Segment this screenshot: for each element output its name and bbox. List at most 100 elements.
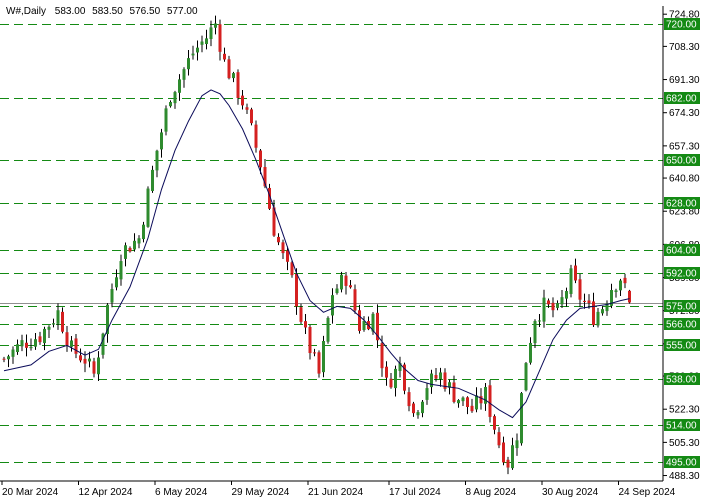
- candle-body: [574, 265, 577, 281]
- time-tick-label: 20 Mar 2024: [2, 487, 59, 498]
- candle-body: [241, 95, 244, 106]
- candle-body: [331, 295, 334, 316]
- candle-body: [511, 445, 514, 469]
- candle-body: [151, 169, 154, 191]
- candle-body: [142, 224, 145, 240]
- candle-body: [110, 289, 114, 303]
- candle-body: [232, 73, 235, 79]
- candle-body: [614, 290, 618, 293]
- level-label-text: 720.00: [666, 20, 697, 31]
- candle-body: [569, 268, 573, 294]
- candlestick-chart: 724.80708.30691.30674.30657.30640.80623.…: [0, 0, 703, 502]
- candle-body: [146, 188, 150, 227]
- candle-body: [340, 274, 343, 290]
- candle-body: [506, 459, 510, 468]
- candle-body: [317, 352, 321, 374]
- candle-body: [592, 301, 595, 326]
- candle-body: [16, 344, 19, 353]
- candle-body: [425, 388, 429, 400]
- time-tick-label: 17 Jul 2024: [389, 487, 441, 498]
- candle-body: [362, 320, 366, 330]
- candle-body: [349, 285, 352, 288]
- candle-body: [520, 393, 523, 444]
- candle-body: [133, 240, 136, 250]
- candle-body: [313, 352, 316, 354]
- candle-body: [295, 273, 298, 307]
- candle-body: [304, 321, 307, 328]
- candle-body: [2, 358, 6, 360]
- level-label-text: 555.00: [666, 341, 697, 352]
- candle-body: [223, 53, 226, 60]
- candle-body: [457, 400, 460, 404]
- candle-body: [218, 24, 222, 52]
- candle-body: [254, 124, 258, 148]
- candle-body: [322, 341, 325, 373]
- candle-body: [178, 79, 181, 93]
- candle-body: [556, 303, 559, 308]
- candle-body: [344, 275, 348, 286]
- candle-body: [412, 403, 415, 414]
- level-label-text: 592.00: [666, 269, 697, 280]
- level-label-text: 604.00: [666, 246, 697, 257]
- candle-body: [200, 41, 204, 45]
- candle-body: [286, 250, 289, 262]
- candle-body: [115, 277, 118, 288]
- candle-body: [20, 340, 24, 347]
- candle-body: [538, 320, 541, 322]
- candle-body: [407, 392, 411, 407]
- level-label-text: 575.00: [666, 302, 697, 313]
- candle-body: [587, 300, 591, 304]
- candle-body: [155, 150, 159, 171]
- candle-body: [38, 336, 42, 343]
- candle-body: [542, 297, 546, 322]
- candle-body: [236, 72, 240, 98]
- candle-body: [196, 47, 199, 53]
- candle-body: [137, 238, 141, 244]
- candle-body: [308, 326, 312, 354]
- candle-body: [52, 323, 55, 325]
- candle-body: [358, 310, 361, 331]
- candle-body: [250, 109, 253, 124]
- candle-body: [416, 412, 420, 416]
- time-tick-label: 21 Jun 2024: [308, 487, 363, 498]
- price-tick-label: 522.30: [669, 405, 700, 416]
- chart-title: W#,Daily 583.00 583.50 576.50 577.00: [6, 6, 198, 17]
- price-tick-label: 674.30: [669, 108, 700, 119]
- candle-body: [560, 297, 564, 305]
- level-label-text: 650.00: [666, 156, 697, 167]
- price-tick-label: 657.30: [669, 141, 700, 152]
- candle-body: [389, 378, 393, 388]
- candle-body: [623, 277, 627, 284]
- time-tick-label: 24 Sep 2024: [619, 487, 676, 498]
- candle-body: [578, 279, 582, 300]
- candle-body: [128, 247, 132, 252]
- candle-body: [227, 59, 231, 79]
- candle-body: [43, 328, 46, 344]
- candle-body: [164, 108, 168, 132]
- candle-body: [119, 261, 123, 280]
- candle-body: [29, 346, 33, 349]
- candle-body: [497, 432, 501, 446]
- candle-body: [277, 236, 280, 243]
- candle-body: [353, 289, 357, 311]
- open-value: 583.00: [55, 6, 86, 17]
- candle-body: [299, 307, 303, 322]
- candle-body: [259, 150, 262, 168]
- candle-body: [470, 405, 474, 412]
- level-label-text: 682.00: [666, 94, 697, 105]
- candle-body: [619, 280, 622, 291]
- candle-body: [56, 310, 60, 324]
- close-value: 577.00: [167, 6, 198, 17]
- candle-body: [209, 27, 213, 40]
- candle-body: [475, 395, 478, 410]
- low-value: 576.50: [130, 6, 161, 17]
- candle-body: [380, 343, 384, 369]
- time-tick-label: 30 Aug 2024: [542, 487, 599, 498]
- candle-body: [173, 92, 177, 104]
- candle-body: [83, 358, 87, 364]
- price-tick-label: 691.30: [669, 75, 700, 86]
- candle-body: [34, 339, 37, 347]
- candle-body: [61, 311, 64, 332]
- level-label-text: 566.00: [666, 320, 697, 331]
- candle-body: [88, 358, 91, 362]
